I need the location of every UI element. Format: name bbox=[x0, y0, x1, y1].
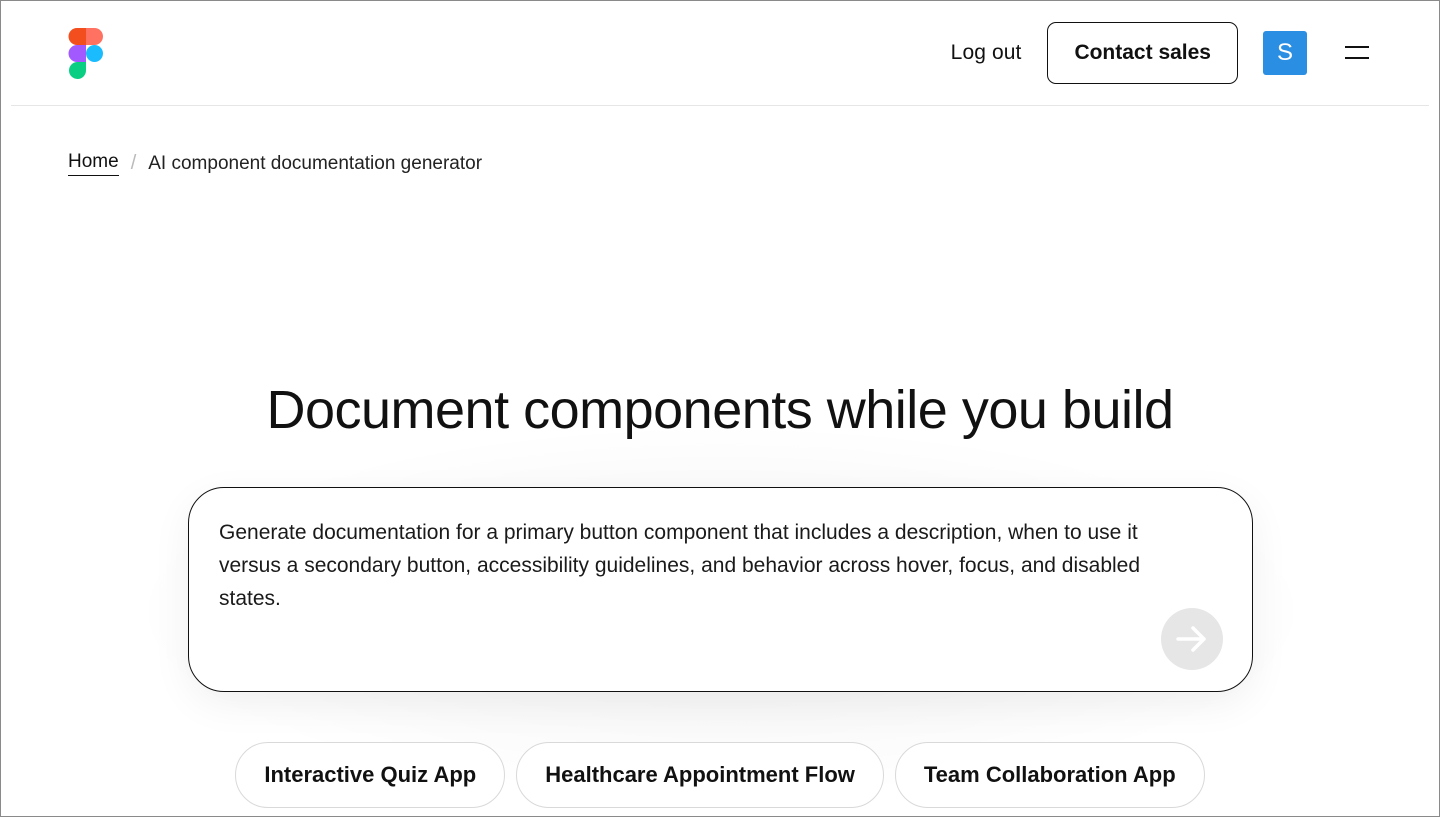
arrow-right-icon bbox=[1176, 626, 1206, 652]
suggestion-chip[interactable]: Healthcare Appointment Flow bbox=[516, 742, 884, 808]
suggestion-chips: Interactive Quiz App Healthcare Appointm… bbox=[1, 742, 1439, 808]
suggestion-chip[interactable]: Team Collaboration App bbox=[894, 742, 1205, 808]
contact-sales-button[interactable]: Contact sales bbox=[1047, 22, 1238, 84]
page-frame: Log out Contact sales S Home / AI compon… bbox=[0, 0, 1440, 817]
breadcrumb-home-link[interactable]: Home bbox=[68, 151, 119, 176]
breadcrumb-current: AI component documentation generator bbox=[148, 152, 483, 174]
send-button[interactable] bbox=[1161, 608, 1223, 670]
logout-link[interactable]: Log out bbox=[951, 41, 1022, 65]
breadcrumb: Home / AI component documentation genera… bbox=[68, 151, 482, 176]
site-header: Log out Contact sales S bbox=[11, 1, 1429, 106]
figma-logo-icon[interactable] bbox=[68, 28, 104, 80]
hamburger-menu-icon[interactable] bbox=[1345, 45, 1369, 61]
breadcrumb-separator: / bbox=[130, 152, 137, 174]
suggestion-chip[interactable]: Interactive Quiz App bbox=[235, 742, 506, 808]
hamburger-line bbox=[1345, 57, 1369, 59]
hamburger-line bbox=[1345, 46, 1369, 48]
header-nav: Log out Contact sales S bbox=[951, 22, 1369, 84]
avatar[interactable]: S bbox=[1263, 31, 1307, 75]
prompt-input[interactable]: Generate documentation for a primary but… bbox=[219, 516, 1179, 615]
page-title: Document components while you build bbox=[266, 380, 1174, 440]
prompt-box: Generate documentation for a primary but… bbox=[188, 487, 1253, 692]
